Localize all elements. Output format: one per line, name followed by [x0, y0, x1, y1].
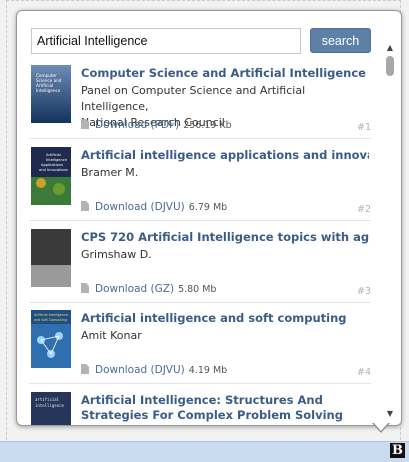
result-number: #3	[356, 286, 371, 297]
file-icon	[81, 119, 89, 129]
file-size: 4.19 Mb	[188, 365, 228, 376]
book-cover-1[interactable]: Computer Science and Artificial Intellig…	[31, 65, 71, 123]
book-cover-5[interactable]: artificial intelligence	[31, 392, 71, 425]
cover-text: Applications	[41, 163, 63, 167]
divider	[29, 220, 371, 221]
scroll-down-arrow-icon[interactable]: ▼	[385, 409, 395, 419]
file-icon	[81, 364, 89, 374]
list-item: CPS 720 Artificial Intelligence topics w…	[29, 222, 371, 303]
result-author: Grimshaw D.	[81, 248, 152, 261]
scroll-up-arrow-icon[interactable]: ▲	[385, 43, 395, 53]
list-item: Computer Science and Artificial Intellig…	[29, 58, 371, 139]
file-size: 6.79 Mb	[188, 202, 228, 213]
file-size: 256.19 Kb	[183, 120, 232, 131]
cover-text: and Innovations	[39, 168, 68, 172]
file-icon	[81, 283, 89, 293]
popup-pointer-inner	[373, 422, 389, 431]
cover-text: and Soft Computing	[34, 318, 67, 322]
extension-logo-icon[interactable]: B	[390, 443, 405, 458]
scrollbar-thumb[interactable]	[386, 56, 394, 76]
list-item: Artificial Intelligence and Soft Computi…	[29, 303, 371, 384]
search-input[interactable]: Artificial Intelligence	[31, 28, 301, 54]
result-number: #4	[356, 367, 371, 378]
cover-text: artificial	[35, 397, 60, 402]
book-cover-3[interactable]	[31, 229, 71, 287]
cover-text: Artificial	[46, 153, 61, 157]
result-number: #1	[356, 122, 371, 133]
book-cover-2[interactable]: Artificial Intelligence Applications and…	[31, 147, 71, 205]
cover-text: intelligence	[35, 403, 64, 408]
file-icon	[81, 201, 89, 211]
result-number: #2	[356, 204, 371, 215]
scrollbar[interactable]: ▲ ▼	[383, 43, 398, 421]
divider	[29, 138, 371, 139]
result-title-link[interactable]: CPS 720 Artificial Intelligence topics w…	[81, 230, 369, 245]
result-author: Bramer M.	[81, 166, 139, 179]
result-title-link[interactable]: Artificial intelligence applications and…	[81, 148, 369, 163]
taskbar	[0, 441, 409, 462]
book-cover-4[interactable]: Artificial Intelligence and Soft Computi…	[31, 310, 71, 368]
download-link[interactable]: Download (DJVU) 4.19 Mb	[81, 364, 227, 378]
download-link[interactable]: Download (DJVU) 6.79 Mb	[81, 201, 227, 215]
result-author: Amit Konar	[81, 329, 142, 342]
file-size: 5.80 Mb	[178, 284, 217, 295]
list-item: artificial intelligence Artificial Intel…	[29, 385, 371, 425]
cover-text: Intelligence	[36, 88, 61, 93]
result-title-link[interactable]: Artificial intelligence and soft computi…	[81, 311, 369, 326]
cover-text: Artificial Intelligence	[34, 313, 68, 317]
search-popup: Artificial Intelligence search Computer …	[16, 10, 402, 426]
result-title-link[interactable]: Computer Science and Artificial Intellig…	[81, 66, 369, 81]
download-link[interactable]: Download (GZ) 5.80 Mb	[81, 283, 216, 297]
divider	[29, 383, 371, 384]
result-title-link[interactable]: Artificial Intelligence: Structures And …	[81, 393, 373, 423]
download-link[interactable]: Download (PDF) 256.19 Kb	[81, 119, 232, 133]
cover-text: Intelligence	[46, 158, 68, 162]
list-item: Artificial Intelligence Applications and…	[29, 140, 371, 221]
results-list: Computer Science and Artificial Intellig…	[17, 58, 383, 425]
search-button[interactable]: search	[310, 28, 371, 53]
